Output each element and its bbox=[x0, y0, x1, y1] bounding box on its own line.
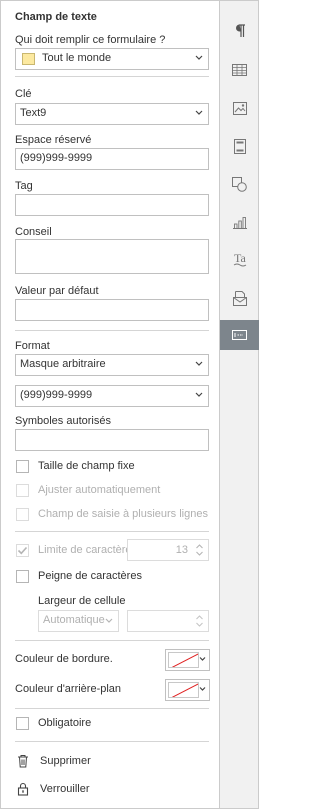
shape-icon[interactable] bbox=[220, 169, 259, 199]
key-label: Clé bbox=[15, 88, 32, 100]
panel-title: Champ de texte bbox=[15, 11, 97, 23]
separator bbox=[15, 741, 209, 742]
char-limit-checkbox[interactable] bbox=[16, 544, 29, 557]
chevron-down-icon bbox=[195, 392, 203, 397]
separator bbox=[15, 76, 209, 77]
background-color-picker[interactable] bbox=[165, 679, 210, 701]
no-color-swatch bbox=[168, 652, 199, 668]
tip-textarea[interactable] bbox=[15, 239, 209, 274]
spinner-arrows-icon bbox=[196, 615, 203, 627]
cell-width-spinner[interactable] bbox=[127, 610, 209, 632]
required-label: Obligatoire bbox=[38, 717, 92, 729]
comb-label: Peigne de caractères bbox=[38, 570, 142, 582]
border-color-label: Couleur de bordure. bbox=[15, 653, 113, 665]
placeholder-label: Espace réservé bbox=[15, 134, 92, 146]
fixed-size-checkbox[interactable] bbox=[16, 460, 29, 473]
format-value: Masque arbitraire bbox=[20, 358, 106, 370]
spinner-arrows-icon bbox=[196, 544, 203, 556]
default-value-input[interactable] bbox=[15, 299, 209, 321]
key-select[interactable]: Text9 bbox=[15, 103, 209, 125]
chevron-down-icon bbox=[195, 55, 203, 60]
cell-width-select[interactable]: Automatique bbox=[38, 610, 119, 632]
lock-button[interactable]: Verrouiller bbox=[15, 782, 135, 800]
fill-role-label: Qui doit remplir ce formulaire ? bbox=[15, 34, 166, 46]
multiline-checkbox[interactable] bbox=[16, 508, 29, 521]
comb-checkbox[interactable] bbox=[16, 570, 29, 583]
role-color-swatch bbox=[22, 53, 35, 65]
separator bbox=[15, 531, 209, 532]
char-limit-value: 13 bbox=[175, 544, 188, 556]
border-color-picker[interactable] bbox=[165, 649, 210, 671]
default-value-label: Valeur par défaut bbox=[15, 285, 99, 297]
tag-label: Tag bbox=[15, 180, 33, 192]
image-icon[interactable] bbox=[220, 93, 259, 123]
autofit-label: Ajuster automatiquement bbox=[38, 484, 161, 496]
checkmark-icon bbox=[17, 546, 28, 555]
separator bbox=[15, 640, 209, 641]
mail-merge-icon[interactable] bbox=[220, 283, 259, 313]
multiline-label: Champ de saisie à plusieurs lignes bbox=[38, 508, 208, 520]
form-field-icon[interactable] bbox=[220, 320, 259, 350]
trash-icon bbox=[18, 755, 28, 768]
tag-input[interactable] bbox=[15, 194, 209, 216]
table-icon[interactable] bbox=[220, 55, 259, 85]
cell-width-value: Automatique bbox=[43, 614, 105, 626]
no-color-swatch bbox=[168, 682, 199, 698]
format-select[interactable]: Masque arbitraire bbox=[15, 354, 209, 376]
placeholder-input[interactable]: (999)999-9999 bbox=[15, 148, 209, 170]
lock-label: Verrouiller bbox=[40, 783, 90, 795]
tip-label: Conseil bbox=[15, 226, 52, 238]
delete-button[interactable]: Supprimer bbox=[15, 754, 135, 772]
chevron-down-icon bbox=[105, 618, 113, 623]
allowed-symbols-input[interactable] bbox=[15, 429, 209, 451]
format-label: Format bbox=[15, 340, 50, 352]
paragraph-icon[interactable] bbox=[220, 16, 259, 46]
chevron-down-icon bbox=[195, 110, 203, 115]
allowed-symbols-label: Symboles autorisés bbox=[15, 415, 111, 427]
chevron-down-icon bbox=[199, 687, 206, 691]
fill-role-select[interactable]: Tout le monde bbox=[15, 48, 209, 70]
settings-panel: Champ de texte Qui doit remplir ce formu… bbox=[1, 1, 219, 808]
text-art-icon[interactable]: Ta bbox=[220, 245, 259, 275]
key-value: Text9 bbox=[20, 107, 47, 119]
header-footer-icon[interactable] bbox=[220, 131, 259, 161]
svg-text:Ta: Ta bbox=[234, 252, 246, 265]
required-checkbox[interactable] bbox=[16, 717, 29, 730]
chevron-down-icon bbox=[195, 361, 203, 366]
separator bbox=[15, 708, 209, 709]
background-color-label: Couleur d'arrière-plan bbox=[15, 683, 122, 695]
autofit-checkbox[interactable] bbox=[16, 484, 29, 497]
char-limit-label: Limite de caractères bbox=[38, 544, 138, 556]
char-limit-spinner[interactable]: 13 bbox=[127, 539, 209, 561]
chevron-down-icon bbox=[199, 657, 206, 661]
lock-icon bbox=[17, 782, 29, 796]
chart-icon[interactable] bbox=[220, 207, 259, 237]
cell-width-label: Largeur de cellule bbox=[38, 595, 126, 607]
right-toolbar: Ta bbox=[219, 1, 259, 808]
mask-select[interactable]: (999)999-9999 bbox=[15, 385, 209, 407]
fill-role-value: Tout le monde bbox=[42, 52, 112, 64]
separator bbox=[15, 330, 209, 331]
fixed-size-label: Taille de champ fixe bbox=[38, 460, 135, 472]
mask-value: (999)999-9999 bbox=[20, 389, 93, 401]
delete-label: Supprimer bbox=[40, 755, 91, 767]
